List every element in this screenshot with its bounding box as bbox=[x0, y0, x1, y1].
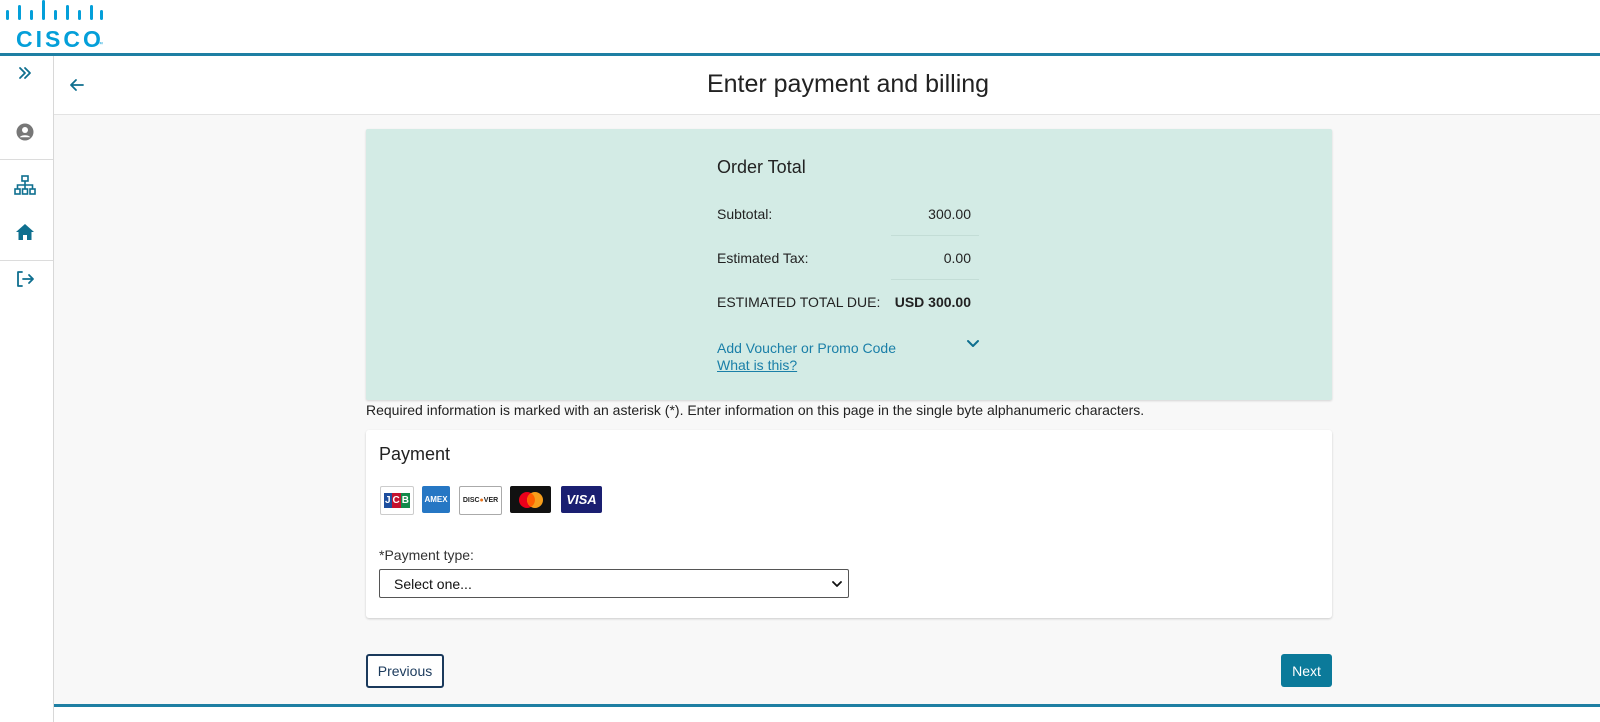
required-info-note: Required information is marked with an a… bbox=[366, 402, 1145, 418]
chevron-down-icon[interactable] bbox=[964, 335, 982, 353]
next-button[interactable]: Next bbox=[1281, 654, 1332, 687]
sign-out-icon[interactable] bbox=[12, 266, 38, 292]
left-sidebar bbox=[0, 56, 54, 722]
order-total-panel: Order Total Subtotal: 300.00 Estimated T… bbox=[366, 129, 1332, 400]
page-title: Enter payment and billing bbox=[706, 70, 990, 98]
payment-section: Payment JCB AMEX DISC●VER VISA *Payment … bbox=[366, 430, 1332, 618]
jcb-card-icon: JCB bbox=[380, 486, 414, 515]
sidebar-divider bbox=[0, 159, 53, 160]
home-icon[interactable] bbox=[12, 219, 38, 245]
expand-double-chevron-icon[interactable] bbox=[12, 60, 38, 86]
order-summary-table: Subtotal: 300.00 Estimated Tax: 0.00 EST… bbox=[717, 192, 979, 324]
cisco-wordmark: CISCO bbox=[16, 26, 104, 52]
order-total-value: USD 300.00 bbox=[894, 294, 971, 310]
order-total-title: Order Total bbox=[717, 157, 806, 177]
page-header: Enter payment and billing bbox=[54, 56, 1600, 115]
mastercard-card-icon bbox=[510, 486, 551, 513]
order-row-subtotal: Subtotal: 300.00 bbox=[717, 192, 979, 236]
payment-type-select[interactable]: Select one... bbox=[379, 569, 849, 598]
order-row-value: 0.00 bbox=[943, 250, 971, 266]
order-row-total: ESTIMATED TOTAL DUE: USD 300.00 bbox=[717, 280, 979, 324]
add-voucher-link[interactable]: Add Voucher or Promo Code bbox=[717, 340, 896, 356]
discover-card-icon: DISC●VER bbox=[459, 486, 502, 515]
chevron-down-icon bbox=[830, 577, 844, 591]
top-header: CISCO ™ bbox=[0, 0, 1600, 53]
what-is-this-link[interactable]: What is this? bbox=[717, 357, 797, 373]
order-row-value: 300.00 bbox=[928, 206, 971, 222]
order-row-label: Estimated Tax: bbox=[717, 250, 809, 266]
cisco-bars-icon bbox=[6, 0, 103, 20]
order-row-label: ESTIMATED TOTAL DUE: bbox=[717, 294, 881, 310]
footer-accent-line bbox=[54, 704, 1600, 707]
order-row-label: Subtotal: bbox=[717, 206, 773, 222]
order-row-tax: Estimated Tax: 0.00 bbox=[717, 236, 979, 280]
payment-title: Payment bbox=[379, 444, 451, 464]
amex-card-icon: AMEX bbox=[422, 486, 450, 513]
previous-button[interactable]: Previous bbox=[366, 654, 444, 688]
user-circle-icon[interactable] bbox=[12, 119, 38, 145]
payment-type-selected-value: Select one... bbox=[394, 576, 472, 592]
payment-type-label: *Payment type: bbox=[379, 547, 474, 563]
sidebar-divider bbox=[0, 260, 53, 261]
cisco-logo[interactable]: CISCO ™ bbox=[4, 0, 104, 52]
visa-card-icon: VISA bbox=[561, 486, 602, 513]
trademark-mark: ™ bbox=[97, 42, 103, 48]
org-chart-icon[interactable] bbox=[12, 172, 38, 198]
